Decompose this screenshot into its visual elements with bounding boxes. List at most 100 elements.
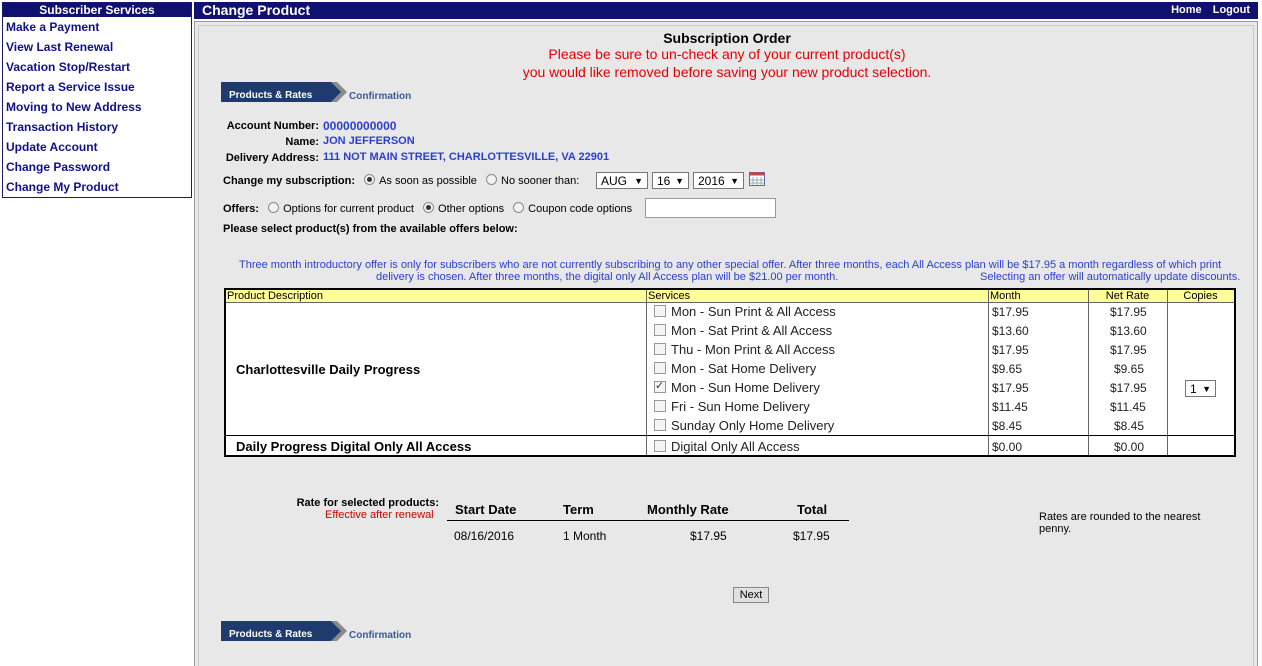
service-checkbox-checked[interactable] [654,379,666,393]
service-month: $9.65 [992,362,1023,376]
service-row[interactable]: Fri - Sun Home Delivery [654,399,810,414]
main-panel: Subscription Order Please be sure to un-… [194,21,1258,666]
delivery-address-value: 111 NOT MAIN STREET, CHARLOTTESVILLE, VA… [323,151,610,163]
service-net-rate: $17.95 [1110,305,1147,319]
page-title: Change Product [202,2,311,18]
service-row[interactable]: Mon - Sat Home Delivery [654,361,816,376]
service-month: $13.60 [992,324,1029,338]
product-table: Product Description Services Month Net R… [224,288,1236,457]
service-checkbox[interactable] [654,440,666,452]
day-select-value: 16 [657,174,671,188]
service-row[interactable]: Thu - Mon Print & All Access [654,342,835,357]
service-month: $8.45 [992,419,1023,433]
offer-other-label: Other options [438,203,505,215]
sidebar-item-transaction-history[interactable]: Transaction History [3,117,191,137]
service-net-rate: $13.60 [1110,324,1147,338]
service-net-rate: $17.95 [1110,343,1147,357]
step-products-rates: Products & Rates [221,621,347,641]
rates-header-term: Term [563,502,594,517]
service-label: Thu - Mon Print & All Access [671,342,836,357]
copies-select-value: 1 [1190,382,1197,396]
rates-label: Rate for selected products: [296,497,439,509]
change-subscription-label: Change my subscription: [223,175,356,187]
header-links: Home Logout [1163,2,1250,19]
step-confirmation: Confirmation [349,91,412,102]
service-checkbox[interactable] [654,324,666,336]
year-select[interactable]: 2016 ▼ [693,172,744,189]
service-label: Mon - Sat Print & All Access [671,323,833,338]
logout-link[interactable]: Logout [1213,4,1250,16]
service-label: Sunday Only Home Delivery [671,418,835,433]
header-copies: Copies [1167,290,1234,303]
sidebar-item-vacation-stop-restart[interactable]: Vacation Stop/Restart [3,57,191,77]
sidebar-title: Subscriber Services [3,3,191,17]
service-month: $11.45 [992,400,1028,414]
rates-header-start-date: Start Date [455,502,517,517]
step-products-rates: Products & Rates [221,82,347,102]
service-checkbox[interactable] [654,419,666,431]
header-net-rate: Net Rate [1088,290,1167,303]
service-row[interactable]: Mon - Sun Home Delivery [654,379,820,395]
service-month: $17.95 [992,343,1029,357]
service-label: Digital Only All Access [671,439,800,454]
header-product-description: Product Description [226,290,646,303]
select-prompt: Please select product(s) from the availa… [223,223,518,235]
chevron-down-icon: ▼ [730,176,739,186]
rates-total: $17.95 [793,529,830,543]
asap-label: As soon as possible [379,175,477,187]
sidebar-item-change-password[interactable]: Change Password [3,157,191,177]
service-row[interactable]: Mon - Sun Print & All Access [654,304,836,319]
next-button[interactable]: Next [733,587,769,603]
account-number-label: Account Number: [226,120,319,132]
calendar-icon[interactable] [749,172,765,186]
offers-row: Offers: Options for current product Othe… [223,202,632,215]
home-link[interactable]: Home [1171,4,1202,16]
intro-note-line-2: delivery is chosen. After three months, … [376,271,839,283]
order-title: Subscription Order [663,30,791,46]
month-select[interactable]: AUG ▼ [596,172,648,189]
service-month: $17.95 [992,305,1029,319]
name-label: Name: [285,136,319,148]
service-net-rate: $8.45 [1114,419,1145,433]
rates-term: 1 Month [563,529,607,543]
step-confirmation: Confirmation [349,630,412,641]
account-number-value: 00000000000 [323,119,397,133]
service-net-rate: $11.45 [1110,400,1146,414]
service-checkbox[interactable] [654,400,666,412]
offer-coupon-radio[interactable] [513,202,525,213]
header-services: Services [646,290,988,303]
copies-select[interactable]: 1 ▼ [1185,380,1216,397]
rates-monthly: $17.95 [690,529,727,543]
asap-radio[interactable] [364,174,376,185]
sidebar-item-view-last-renewal[interactable]: View Last Renewal [3,37,191,57]
service-row[interactable]: Mon - Sat Print & All Access [654,323,832,338]
service-checkbox[interactable] [654,362,666,374]
no-sooner-label: No sooner than: [501,175,580,187]
no-sooner-radio[interactable] [486,174,497,185]
service-row[interactable]: Digital Only All Access [654,439,800,454]
month-select-value: AUG [601,174,628,188]
sidebar-item-change-my-product[interactable]: Change My Product [3,177,191,197]
sidebar-item-moving-new-address[interactable]: Moving to New Address [3,97,191,117]
sidebar-item-make-payment[interactable]: Make a Payment [3,17,191,37]
sidebar-item-report-service-issue[interactable]: Report a Service Issue [3,77,191,97]
rates-start-date: 08/16/2016 [454,529,515,543]
sidebar-item-update-account[interactable]: Update Account [3,137,191,157]
offer-other-radio[interactable] [423,202,435,213]
service-label: Fri - Sun Home Delivery [671,399,810,414]
service-checkbox[interactable] [654,343,666,355]
subscriber-services-sidebar: Subscriber Services Make a Payment View … [2,2,192,198]
offer-current-label: Options for current product [283,203,414,215]
intro-note-right: Selecting an offer will automatically up… [980,271,1241,283]
chevron-down-icon: ▼ [634,176,643,186]
service-checkbox[interactable] [654,305,666,317]
service-row[interactable]: Sunday Only Home Delivery [654,418,834,433]
offer-current-radio[interactable] [268,202,280,213]
step-products-rates-label: Products & Rates [229,90,313,101]
rates-header-monthly-rate: Monthly Rate [647,502,729,517]
day-select[interactable]: 16 ▼ [652,172,689,189]
main-content: Subscription Order Please be sure to un-… [198,25,1254,666]
intro-note-line-1: Three month introductory offer is only f… [239,259,1222,271]
coupon-code-input[interactable] [645,198,776,218]
product-name-digital-only: Daily Progress Digital Only All Access [236,439,472,454]
